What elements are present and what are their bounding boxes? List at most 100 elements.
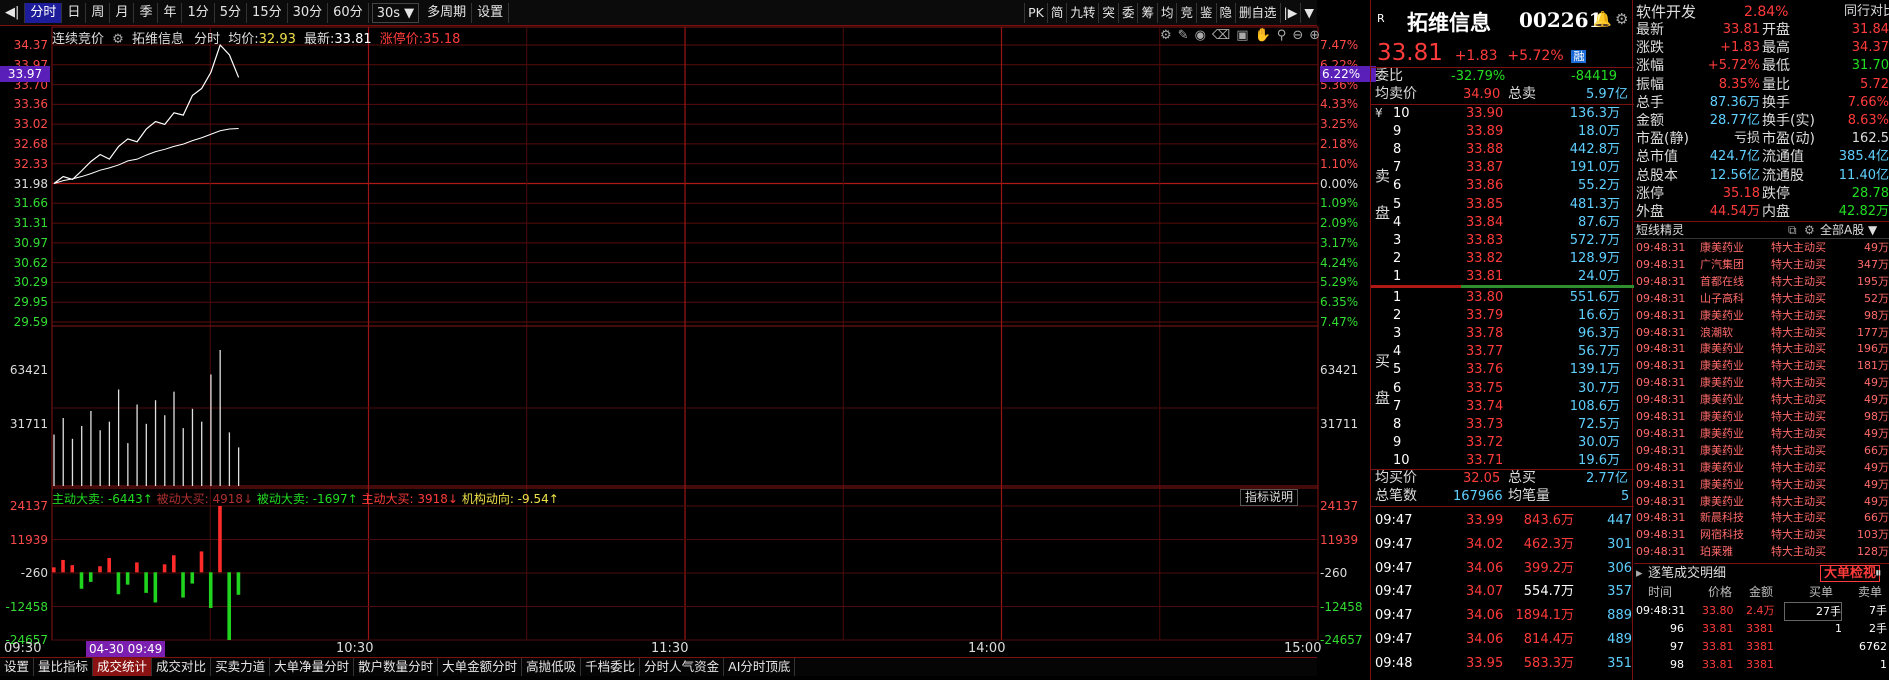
short-line-row[interactable]: 09:48:31 康美药业 特大主动买 49万 [1634,426,1889,443]
bid-row[interactable]: 9 33.72 30.0万 [1371,434,1634,451]
period-tab[interactable]: 季 [134,2,159,23]
short-stock[interactable]: 康美药业 [1700,426,1744,443]
bid-row[interactable]: 1 33.80 551.6万 [1371,289,1634,306]
tool-button[interactable]: 突 [1098,3,1118,23]
indicator-tab[interactable]: AI分时顶底 [724,658,796,676]
indicator-tab[interactable]: 设置 [0,658,35,676]
bid-row[interactable]: 6 33.75 30.7万 [1371,380,1634,397]
bell-icon[interactable]: 🔔 [1593,10,1612,28]
settings-button[interactable]: 设置 [472,2,510,23]
short-line-row[interactable]: 09:48:31 康美药业 特大主动买 98万 [1634,409,1889,426]
indicator-tab[interactable]: 散户数量分时 [354,658,439,676]
ask-row[interactable]: 10 33.90 136.3万 [1371,105,1634,122]
chevron-down-icon[interactable]: ▼ [1300,3,1317,23]
collapse-icon[interactable]: ◀| [0,2,26,23]
sector-name[interactable]: 软件开发 [1636,3,1696,21]
tool-button[interactable]: 九转 [1066,3,1098,23]
intraday-chart[interactable] [0,0,1370,680]
lock-icon[interactable]: ▣ [1236,28,1248,43]
ask-row[interactable]: 3 33.83 572.7万 [1371,232,1634,249]
indicator-tab[interactable]: 千档委比 [581,658,641,676]
short-line-row[interactable]: 09:48:31 康美药业 特大主动买 98万 [1634,308,1889,325]
short-stock[interactable]: 康美药业 [1700,308,1744,325]
ask-row[interactable]: 7 33.87 191.0万 [1371,159,1634,176]
period-tab[interactable]: 分时 [25,2,63,23]
multi-period-button[interactable]: 多周期 [422,2,473,23]
short-stock[interactable]: 山子高科 [1700,291,1744,308]
short-stock[interactable]: 康美药业 [1700,443,1744,460]
indicator-tab[interactable]: 成交统计 [93,658,153,676]
bid-row[interactable]: 5 33.76 139.1万 [1371,361,1634,378]
short-line-row[interactable]: 09:48:31 康美药业 特大主动买 49万 [1634,392,1889,409]
short-stock[interactable]: 康美药业 [1700,392,1744,409]
ask-row[interactable]: 6 33.86 55.2万 [1371,177,1634,194]
hand-icon[interactable]: ✋ [1255,28,1271,43]
short-line-row[interactable]: 09:48:31 康美药业 特大主动买 196万 [1634,341,1889,358]
short-line-row[interactable]: 09:48:31 珀莱雅 特大主动买 128万 [1634,544,1889,561]
ask-row[interactable]: 2 33.82 128.9万 [1371,250,1634,267]
short-line-row[interactable]: 09:48:31 康美药业 特大主动买 49万 [1634,477,1889,494]
short-line-row[interactable]: 09:48:31 康美药业 特大主动买 181万 [1634,358,1889,375]
bid-row[interactable]: 3 33.78 96.3万 [1371,325,1634,342]
tool-button[interactable]: 竞 [1176,3,1196,23]
tool-button[interactable]: 隐 [1215,3,1236,23]
bid-row[interactable]: 4 33.77 56.7万 [1371,343,1634,360]
tool-button[interactable]: 筹 [1137,3,1157,23]
zoom-in-icon[interactable]: ⊕ [1309,28,1320,43]
short-stock[interactable]: 康美药业 [1700,341,1744,358]
stock-filter[interactable]: 全部A股 ▼ [1820,222,1877,239]
short-line-row[interactable]: 09:48:31 康美药业 特大主动买 66万 [1634,443,1889,460]
peer-compare-link[interactable]: 同行对比 [1844,3,1889,21]
pause-icon[interactable]: ⏸ [1875,564,1882,584]
ask-row[interactable]: 4 33.84 87.6万 [1371,214,1634,231]
short-line-row[interactable]: 09:48:31 康美药业 特大主动买 49万 [1634,240,1889,257]
bid-row[interactable]: 10 33.71 19.6万 [1371,452,1634,469]
short-stock[interactable]: 浪潮软 [1700,325,1733,342]
filter-icon[interactable]: ⧉ [1788,222,1797,239]
ask-row[interactable]: 8 33.88 442.8万 [1371,141,1634,158]
period-tab[interactable]: 年 [158,2,183,23]
ask-row[interactable]: 9 33.89 18.0万 [1371,123,1634,140]
indicator-tab[interactable]: 大单金额分时 [438,658,523,676]
short-line-row[interactable]: 09:48:31 网宿科技 特大主动买 103万 [1634,527,1889,544]
zoom-out-icon[interactable]: ⊖ [1292,28,1303,43]
period-tab[interactable]: 日 [62,2,87,23]
short-stock[interactable]: 广汽集团 [1700,257,1744,274]
indicator-tab[interactable]: 分时人气资金 [640,658,725,676]
period-tab[interactable]: 30分 [288,2,329,23]
short-stock[interactable]: 康美药业 [1700,460,1744,477]
short-stock[interactable]: 康美药业 [1700,358,1744,375]
bid-row[interactable]: 2 33.79 16.6万 [1371,307,1634,324]
indicator-tab[interactable]: 高抛低吸 [522,658,582,676]
period-select[interactable]: 30s ▼ [371,2,420,23]
indicator-tab[interactable]: 量比指标 [34,658,94,676]
big-order-button[interactable]: 大单检视 [1820,565,1881,582]
tool-button[interactable]: 均 [1156,3,1177,23]
gear-icon[interactable]: ⚙ [1804,222,1815,239]
indicator-help-button[interactable]: 指标说明 [1240,489,1299,506]
short-line-row[interactable]: 09:48:31 康美药业 特大主动买 49万 [1634,375,1889,392]
gear-icon[interactable]: ⚙ [1615,10,1628,28]
eye-icon[interactable]: ◉ [1195,28,1206,43]
period-tab[interactable]: 1分 [182,2,215,23]
short-stock[interactable]: 网宿科技 [1700,527,1744,544]
period-tab[interactable]: 5分 [215,2,248,23]
ask-row[interactable]: 5 33.85 481.3万 [1371,196,1634,213]
short-line-row[interactable]: 09:48:31 新晨科技 特大主动买 66万 [1634,510,1889,527]
indicator-tab[interactable]: 买卖力道 [211,658,271,676]
tool-button[interactable]: 鉴 [1196,3,1216,23]
short-line-row[interactable]: 09:48:31 康美药业 特大主动买 49万 [1634,460,1889,477]
short-stock[interactable]: 康美药业 [1700,409,1744,426]
bid-row[interactable]: 8 33.73 72.5万 [1371,416,1634,433]
short-stock[interactable]: 康美药业 [1700,477,1744,494]
short-stock[interactable]: 新晨科技 [1700,510,1744,527]
short-line-row[interactable]: 09:48:31 康美药业 特大主动买 49万 [1634,494,1889,511]
delete-icon[interactable]: ⌫ [1212,28,1230,43]
expand-icon[interactable]: ▸ [1636,564,1643,584]
tool-button[interactable]: PK [1024,3,1047,23]
indicator-tab[interactable]: 大单净量分时 [270,658,355,676]
short-stock[interactable]: 康美药业 [1700,375,1744,392]
gear-icon[interactable]: ⚙ [1160,28,1172,43]
short-line-row[interactable]: 09:48:31 浪潮软 特大主动买 177万 [1634,325,1889,342]
period-tab[interactable]: 周 [86,2,111,23]
